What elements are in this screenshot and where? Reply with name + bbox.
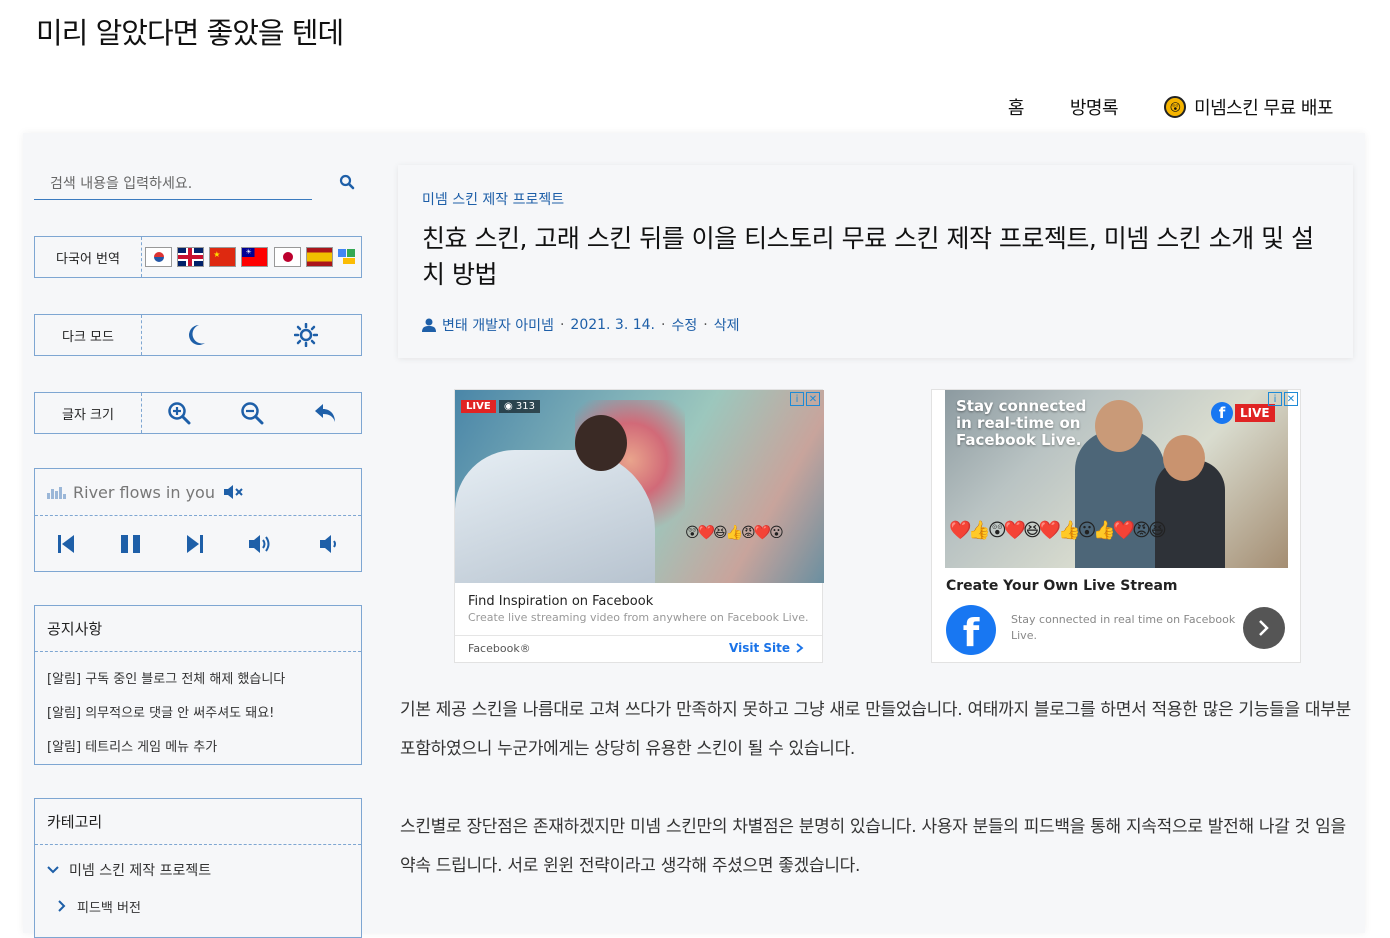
post-header-card: 미넴 스킨 제작 프로젝트 친효 스킨, 고래 스킨 뒤를 이을 티스토리 무료… [398,165,1353,358]
facebook-logo-icon: f [946,605,996,655]
post-author[interactable]: 변태 개발자 아미넴 [442,315,554,335]
sidebar: 다국어 번역 ★ ☀ 다크 모드 글자 크기 [34,160,364,938]
translate-widget: 다국어 번역 ★ ☀ [34,236,362,278]
previous-track-icon[interactable] [57,534,75,554]
close-icon[interactable]: ✕ [1284,392,1298,406]
nav-skin-download[interactable]: 😲 미넴스킨 무료 배포 [1164,94,1333,120]
korea-flag-icon[interactable] [144,247,172,267]
music-player: River flows in you [34,468,362,572]
edit-link[interactable]: 수정 [671,315,697,335]
uk-flag-icon[interactable] [176,247,204,267]
reaction-emojis: ❤️👍😲❤️😆❤️👍😮👍❤️😡😆 [949,520,1167,541]
adchoices-icon[interactable]: i [790,392,804,406]
facebook-icon: f [1211,402,1233,424]
ad-right[interactable]: Stay connected in real-time on Facebook … [931,389,1301,663]
pause-icon[interactable] [120,534,142,554]
chevron-right-icon [796,643,804,653]
japan-flag-icon[interactable] [273,247,301,267]
notice-header: 공지사항 [35,606,361,652]
ad-right-image: Stay connected in real-time on Facebook … [945,390,1288,568]
category-widget: 카테고리 미넴 스킨 제작 프로젝트 피드백 버전 [34,798,362,938]
font-size-label: 글자 크기 [35,393,142,433]
notice-item[interactable]: [알림] 테트리스 게임 메뉴 추가 [35,728,361,762]
post-paragraph: 스킨별로 장단점은 존재하겠지만 미넴 스킨만의 차별점은 분명히 있습니다. … [400,817,1346,876]
font-size-widget: 글자 크기 [34,392,362,434]
user-icon [422,318,436,332]
visit-site-button[interactable]: Visit Site [729,641,804,655]
chevron-right-icon [1259,620,1269,636]
chevron-right-icon [58,900,66,912]
ad-left-headline: Find Inspiration on Facebook [468,594,654,609]
viewer-count-value: 313 [515,401,536,412]
google-translate-icon[interactable] [338,247,358,267]
ad-right-overlay: Stay connected in real-time on Facebook … [956,397,1087,449]
ad-controls: i ✕ [790,392,820,406]
search-icon[interactable] [339,174,355,190]
meta-separator: · [559,317,565,333]
post-title: 친효 스킨, 고래 스킨 뒤를 이을 티스토리 무료 스킨 제작 프로젝트, 미… [422,224,1314,289]
subcategory-label: 피드백 버전 [77,900,141,916]
reaction-emojis: 😲❤️😆👍😡❤️😮 [685,525,784,541]
live-badge: LIVE [1235,404,1275,422]
top-nav: 홈 방명록 😲 미넴스킨 무료 배포 [962,94,1333,120]
subcategory-item[interactable]: 피드백 버전 [35,891,361,921]
post-meta: 변태 개발자 아미넴 · 2021. 3. 14. · 수정 · 삭제 [422,315,739,335]
nav-guestbook[interactable]: 방명록 [1070,94,1119,120]
notice-widget: 공지사항 [알림] 구독 중인 블로그 전체 해제 했습니다 [알림] 의무적으… [34,605,362,765]
moon-icon[interactable] [185,323,207,347]
mute-icon[interactable] [223,485,243,499]
category-label: 미넴 스킨 제작 프로젝트 [69,863,212,879]
notice-item[interactable]: [알림] 구독 중인 블로그 전체 해제 했습니다 [35,660,361,694]
post-category[interactable]: 미넴 스킨 제작 프로젝트 [422,189,564,209]
music-title-row: River flows in you [35,469,361,516]
equalizer-icon [47,487,66,499]
blog-title[interactable]: 미리 알았다면 좋았을 텐데 [36,10,344,52]
next-track-icon[interactable] [186,534,204,554]
category-header: 카테고리 [35,799,361,845]
close-icon[interactable]: ✕ [806,392,820,406]
sun-icon[interactable] [293,323,318,347]
meta-separator: · [703,317,708,333]
spain-flag-icon[interactable] [306,247,334,267]
post-date: 2021. 3. 14. [570,317,656,333]
surprised-face-icon: 😲 [1164,96,1187,118]
post-paragraph: 기본 제공 스킨을 나름대로 고쳐 쓰다가 만족하지 못하고 그냥 새로 만들었… [400,700,1351,759]
translate-label: 다국어 번역 [35,237,142,277]
ad-controls: i ✕ [1268,392,1298,406]
fb-live-badge: f LIVE [1211,402,1275,424]
search-box [34,160,364,204]
delete-link[interactable]: 삭제 [714,315,740,335]
ad-left-image: LIVE ◉ 313 😲❤️😆👍😡❤️😮 [455,390,824,583]
zoom-out-icon[interactable] [240,401,264,425]
dark-mode-widget: 다크 모드 [34,314,362,356]
chevron-down-icon [47,866,59,874]
meta-separator: · [661,317,666,333]
ad-left[interactable]: LIVE ◉ 313 😲❤️😆👍😡❤️😮 i ✕ Find Inspiratio… [454,389,824,663]
nav-skin-download-label: 미넴스킨 무료 배포 [1194,98,1333,119]
visit-site-label: Visit Site [729,641,790,655]
eye-icon: ◉ [504,401,513,412]
category-item[interactable]: 미넴 스킨 제작 프로젝트 [35,845,361,891]
taiwan-flag-icon[interactable]: ☀ [241,247,269,267]
ad-left-desc: Create live streaming video from anywher… [468,611,809,624]
live-badge: LIVE [461,400,496,413]
reset-arrow-icon[interactable] [313,402,337,424]
viewer-count: ◉ 313 [499,400,541,413]
music-title: River flows in you [73,482,215,502]
ad-right-headline: Create Your Own Live Stream [946,578,1178,594]
ad-left-brand: Facebook® [468,642,531,655]
nav-home[interactable]: 홈 [1008,94,1025,120]
ad-right-next-button[interactable] [1243,607,1285,649]
ad-right-desc: Stay connected in real time on Facebook … [1011,613,1236,642]
notice-item[interactable]: [알림] 의무적으로 댓글 안 써주셔도 돼요! [35,694,361,728]
china-flag-icon[interactable]: ★ [209,247,237,267]
volume-down-icon[interactable] [319,534,339,554]
search-input[interactable] [34,168,312,200]
volume-up-icon[interactable] [248,534,274,554]
dark-mode-label: 다크 모드 [35,315,142,355]
zoom-in-icon[interactable] [167,401,191,425]
adchoices-icon[interactable]: i [1268,392,1282,406]
